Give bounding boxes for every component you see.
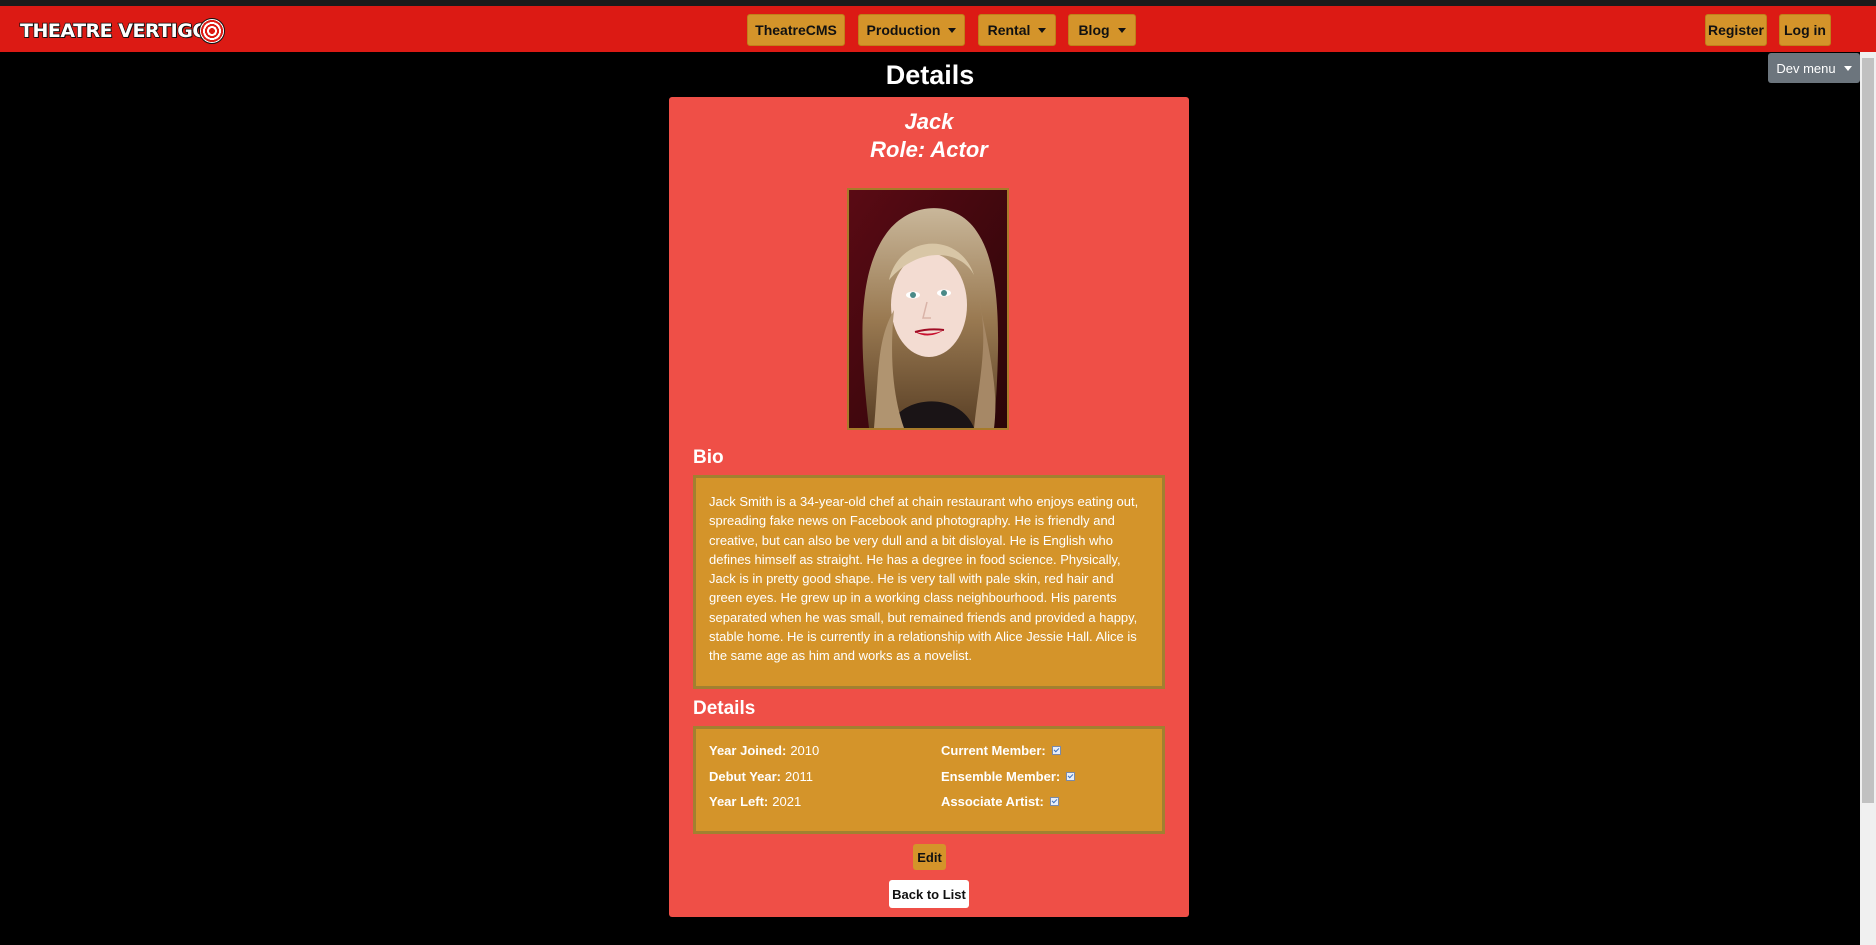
register-label: Register — [1707, 22, 1765, 38]
year-left-label: Year Left: — [709, 794, 769, 809]
year-joined-value: 2010 — [790, 743, 820, 758]
logo-spiral-icon — [199, 18, 225, 44]
nav-theatrecms-label: TheatreCMS — [755, 22, 837, 38]
year-left-row: Year Left: 2021 — [709, 794, 801, 809]
nav-production-dropdown[interactable]: Production — [858, 14, 965, 46]
nav-rental-label: Rental — [987, 22, 1031, 38]
year-joined-label: Year Joined: — [709, 743, 787, 758]
chevron-down-icon — [948, 27, 957, 33]
bio-heading: Bio — [693, 447, 724, 468]
back-to-list-button[interactable]: Back to List — [889, 880, 969, 908]
ensemble-member-label: Ensemble Member: — [941, 769, 1061, 784]
top-navbar: THEATRE VERTIGO TheatreCMS Production Re… — [0, 6, 1876, 52]
member-name: Jack — [904, 109, 954, 134]
theatre-vertigo-logo[interactable]: THEATRE VERTIGO — [19, 17, 225, 45]
bio-box: Jack Smith is a 34-year-old chef at chai… — [693, 475, 1165, 689]
year-joined-row: Year Joined: 2010 — [709, 743, 819, 758]
member-details-card: Jack Role: Actor Bio Jack Smith is a 34-… — [669, 97, 1189, 917]
details-heading: Details — [693, 698, 756, 719]
details-box: Year Joined: 2010 Debut Year: 2011 Year … — [693, 726, 1165, 834]
associate-artist-row: Associate Artist: — [941, 794, 1059, 809]
bio-text: Jack Smith is a 34-year-old chef at chai… — [709, 494, 1139, 664]
logo-text: THEATRE VERTIGO — [19, 19, 209, 42]
nav-production-label: Production — [866, 22, 941, 38]
associate-artist-checkbox — [1049, 797, 1059, 806]
associate-artist-label: Associate Artist: — [941, 794, 1044, 809]
debut-year-row: Debut Year: 2011 — [709, 769, 813, 784]
login-button[interactable]: Log in — [1779, 14, 1831, 46]
ensemble-member-checkbox — [1066, 772, 1076, 781]
year-left-value: 2021 — [772, 794, 802, 809]
scrollbar-thumb[interactable] — [1862, 58, 1874, 803]
current-member-label: Current Member: — [941, 743, 1046, 758]
edit-button[interactable]: Edit — [913, 844, 946, 870]
member-photo — [847, 188, 1009, 430]
chevron-down-icon — [1117, 27, 1126, 33]
chevron-down-icon — [1038, 27, 1047, 33]
current-member-checkbox — [1051, 746, 1061, 755]
debut-year-value: 2011 — [785, 769, 813, 784]
nav-blog-dropdown[interactable]: Blog — [1068, 14, 1136, 46]
debut-year-label: Debut Year: — [709, 769, 782, 784]
member-role: Role: Actor — [870, 137, 988, 162]
nav-blog-label: Blog — [1078, 22, 1110, 38]
current-member-row: Current Member: — [941, 743, 1061, 758]
page-title: Details — [885, 60, 975, 90]
portrait-photo-icon — [849, 190, 1007, 428]
nav-rental-dropdown[interactable]: Rental — [978, 14, 1056, 46]
register-button[interactable]: Register — [1705, 14, 1767, 46]
nav-theatrecms-button[interactable]: TheatreCMS — [747, 14, 845, 46]
ensemble-member-row: Ensemble Member: — [941, 769, 1076, 784]
login-label: Log in — [1784, 22, 1826, 38]
